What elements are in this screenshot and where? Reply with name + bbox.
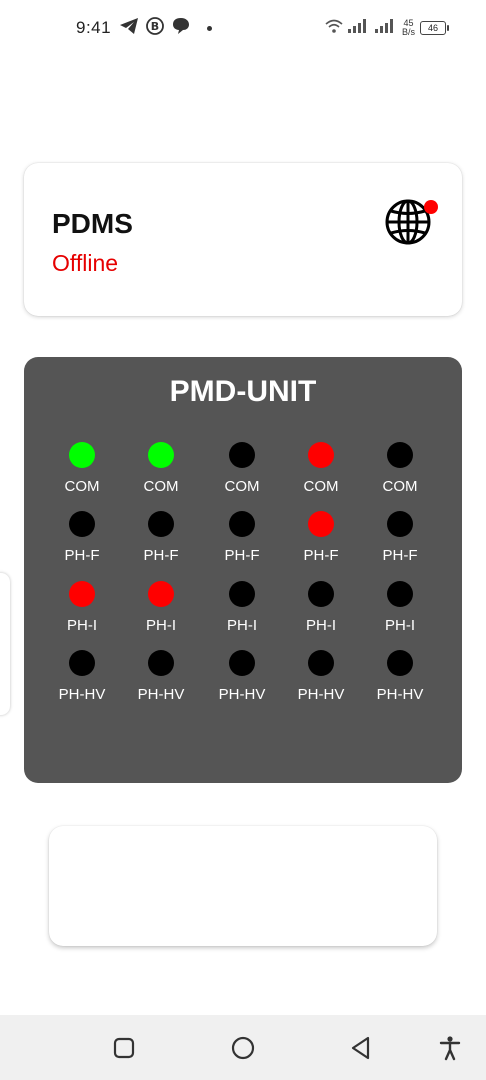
led-label: PH-I (385, 617, 415, 634)
led-label: COM (64, 478, 100, 495)
recents-button[interactable] (111, 1035, 137, 1061)
network-speed: 45 B/s (402, 19, 415, 37)
accessibility-icon (439, 1036, 461, 1061)
status-led (229, 650, 255, 676)
status-led (387, 442, 413, 468)
led-label: PH-I (227, 617, 257, 634)
pmd-unit-title: PMD-UNIT (169, 375, 317, 408)
led-label: PH-HV (218, 686, 266, 703)
telegram-icon (119, 17, 139, 40)
wifi-icon (325, 18, 343, 39)
led-label: COM (303, 478, 339, 495)
status-led (148, 581, 174, 607)
led-indicator-ph-f-3: PH-F (207, 511, 277, 564)
led-indicator-ph-hv-3: PH-HV (207, 650, 277, 703)
status-led (69, 511, 95, 537)
status-led (69, 581, 95, 607)
chat-bubble-icon (171, 16, 191, 41)
battery-level: 46 (427, 23, 438, 33)
square-icon (113, 1037, 135, 1059)
led-indicator-com-3: COM (207, 442, 277, 495)
led-indicator-ph-hv-4: PH-HV (286, 650, 356, 703)
side-panel-handle[interactable] (0, 573, 10, 715)
led-label: PH-F (303, 547, 339, 564)
led-indicator-ph-f-1: PH-F (47, 511, 117, 564)
status-led (229, 511, 255, 537)
led-label: COM (382, 478, 418, 495)
svg-text:B: B (151, 20, 159, 33)
pdms-title: PDMS (52, 208, 133, 239)
b-badge-icon: B (145, 16, 165, 41)
back-triangle-icon (351, 1036, 370, 1060)
led-label: PH-I (306, 617, 336, 634)
led-indicator-com-5: COM (365, 442, 435, 495)
status-led (308, 511, 334, 537)
led-indicator-ph-i-1: PH-I (47, 581, 117, 634)
led-indicator-ph-f-2: PH-F (126, 511, 196, 564)
status-left: 9:41 B (76, 16, 213, 41)
led-indicator-ph-hv-2: PH-HV (126, 650, 196, 703)
empty-card (49, 826, 437, 946)
led-label: COM (143, 478, 179, 495)
led-label: PH-HV (297, 686, 345, 703)
led-indicator-com-4: COM (286, 442, 356, 495)
status-led (148, 650, 174, 676)
status-time: 9:41 (76, 18, 112, 37)
status-led (387, 581, 413, 607)
status-led (387, 650, 413, 676)
led-indicator-ph-hv-1: PH-HV (47, 650, 117, 703)
circle-icon (231, 1036, 255, 1060)
status-led (69, 650, 95, 676)
network-speed-unit: B/s (401, 27, 415, 37)
led-indicator-com-1: COM (47, 442, 117, 495)
notification-dot (207, 25, 213, 31)
led-label: PH-F (382, 547, 418, 564)
led-indicator-ph-hv-5: PH-HV (365, 650, 435, 703)
pmd-unit-panel: PMD-UNIT COM COM COM COM COM PH-F PH-F PH-F PH-F… (24, 357, 462, 783)
status-led (308, 581, 334, 607)
led-label: PH-HV (137, 686, 185, 703)
status-bar: 9:41 B 45 B/s 46 (0, 0, 486, 56)
led-label: PH-I (146, 617, 176, 634)
led-indicator-ph-i-3: PH-I (207, 581, 277, 634)
led-label: PH-HV (376, 686, 424, 703)
led-label: PH-HV (58, 686, 106, 703)
status-led (308, 442, 334, 468)
globe-icon[interactable] (384, 196, 438, 246)
status-right: 45 B/s 46 (325, 18, 449, 39)
back-button[interactable] (348, 1035, 374, 1061)
battery-icon: 46 (420, 21, 449, 35)
pdms-card[interactable]: PDMS Offline (24, 163, 462, 316)
navigation-bar (0, 1015, 486, 1080)
led-indicator-ph-i-5: PH-I (365, 581, 435, 634)
led-label: PH-F (143, 547, 179, 564)
offline-badge (424, 200, 438, 214)
led-label: PH-F (64, 547, 100, 564)
led-label: COM (224, 478, 260, 495)
led-label: PH-I (67, 617, 97, 634)
led-indicator-ph-i-4: PH-I (286, 581, 356, 634)
status-led (229, 581, 255, 607)
status-led (69, 442, 95, 468)
led-indicator-ph-f-4: PH-F (286, 511, 356, 564)
led-indicator-com-2: COM (126, 442, 196, 495)
signal-icon-2 (374, 18, 397, 38)
led-indicator-ph-f-5: PH-F (365, 511, 435, 564)
accessibility-button[interactable] (437, 1035, 463, 1061)
status-led (308, 650, 334, 676)
status-led (148, 511, 174, 537)
led-indicator-ph-i-2: PH-I (126, 581, 196, 634)
status-led (229, 442, 255, 468)
status-led (148, 442, 174, 468)
pdms-connection-status: Offline (52, 250, 119, 276)
home-button[interactable] (230, 1035, 256, 1061)
led-label: PH-F (224, 547, 260, 564)
status-led (387, 511, 413, 537)
signal-icon (347, 18, 370, 38)
